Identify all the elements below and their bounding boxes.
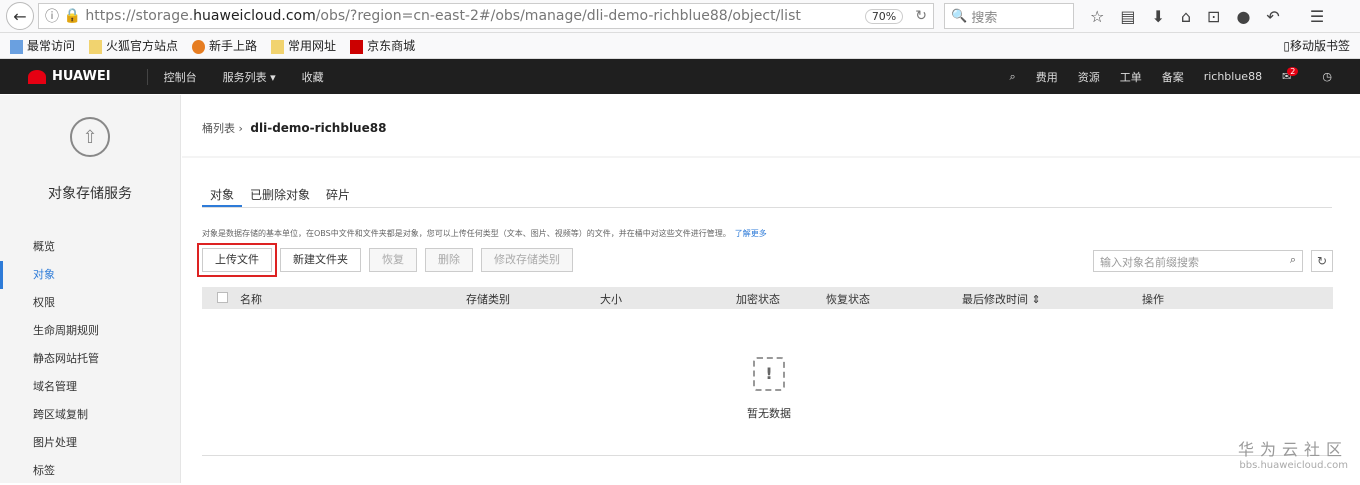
search-icon[interactable]: ⌕ bbox=[1010, 70, 1016, 84]
mobile-bookmarks[interactable]: ▯移动版书签 bbox=[1283, 37, 1350, 54]
col-size: 大小 bbox=[600, 293, 622, 306]
col-storage-class: 存储类别 bbox=[466, 293, 510, 306]
info-icon: ⓘ bbox=[45, 9, 59, 25]
main-content: 桶列表 › dli-demo-richblue88 对象 已删除对象 碎片 对象… bbox=[182, 95, 1360, 483]
refresh-button[interactable]: ↻ bbox=[1311, 250, 1333, 272]
reload-icon[interactable]: ↻ bbox=[915, 8, 927, 24]
chat-icon[interactable]: ● bbox=[1236, 7, 1250, 26]
table-header: 名称 存储类别 大小 加密状态 恢复状态 最后修改时间 ⇕ 操作 bbox=[202, 287, 1333, 309]
nav-favorites[interactable]: 收藏 bbox=[302, 69, 324, 85]
col-actions: 操作 bbox=[1142, 293, 1164, 306]
service-title: 对象存储服务 bbox=[48, 186, 132, 202]
empty-state: ! 暂无数据 bbox=[747, 357, 791, 421]
select-all-checkbox[interactable] bbox=[217, 292, 228, 303]
url-host: huaweicloud.com bbox=[193, 8, 316, 24]
sidebar-item-overview[interactable]: 概览 bbox=[0, 233, 180, 261]
object-search-input[interactable]: 输入对象名前缀搜索 ⌕ bbox=[1093, 250, 1303, 272]
restore-button[interactable]: 恢复 bbox=[369, 248, 417, 272]
tab-deleted[interactable]: 已删除对象 bbox=[242, 186, 318, 207]
download-icon[interactable]: ⬇ bbox=[1151, 7, 1164, 26]
learn-more-link[interactable]: 了解更多 bbox=[735, 229, 767, 238]
nav-icp[interactable]: 备案 bbox=[1162, 69, 1184, 85]
description: 对象是数据存储的基本单位，在OBS中文件和文件夹都是对象，您可以上传任何类型（文… bbox=[202, 229, 767, 238]
bookmark[interactable]: 最常访问 bbox=[10, 37, 75, 54]
breadcrumb: 桶列表 › dli-demo-richblue88 bbox=[202, 121, 387, 135]
console-topbar: HUAWEI 控制台 服务列表 ▾ 收藏 ⌕ 费用 资源 工单 备案 richb… bbox=[0, 59, 1360, 94]
bookmark[interactable]: 新手上路 bbox=[192, 37, 257, 54]
url-path: /obs/?region=cn-east-2#/obs/manage/dli-d… bbox=[315, 8, 801, 24]
col-encryption: 加密状态 bbox=[736, 293, 780, 306]
change-storage-class-button[interactable]: 修改存储类别 bbox=[481, 248, 573, 272]
sidebar-item-tags[interactable]: 标签 bbox=[0, 457, 180, 485]
menu-icon[interactable]: ☰ bbox=[1310, 7, 1324, 26]
tab-fragments[interactable]: 碎片 bbox=[318, 186, 358, 207]
bookmarks-bar: 最常访问 火狐官方站点 新手上路 常用网址 京东商城 ▯移动版书签 bbox=[0, 33, 1360, 59]
mail-badge: 2 bbox=[1287, 67, 1299, 76]
new-folder-button[interactable]: 新建文件夹 bbox=[280, 248, 361, 272]
browser-search-placeholder: 搜索 bbox=[971, 10, 998, 26]
zoom-level[interactable]: 70% bbox=[864, 8, 904, 24]
sidebar-item-lifecycle[interactable]: 生命周期规则 bbox=[0, 317, 180, 345]
upload-file-button[interactable]: 上传文件 bbox=[197, 243, 277, 277]
username[interactable]: richblue88 bbox=[1204, 70, 1262, 83]
nav-tickets[interactable]: 工单 bbox=[1120, 69, 1142, 85]
bookmark[interactable]: 京东商城 bbox=[350, 37, 415, 54]
browser-toolbar: ← ⓘ 🔒 https://storage. huaweicloud.com/ob… bbox=[0, 0, 1360, 33]
star-icon[interactable]: ☆ bbox=[1090, 7, 1104, 26]
col-restore-status: 恢复状态 bbox=[826, 293, 870, 306]
tabs: 对象 已删除对象 碎片 bbox=[202, 186, 1332, 208]
sidebar-item-domain[interactable]: 域名管理 bbox=[0, 373, 180, 401]
sidebar-item-cross-region[interactable]: 跨区域复制 bbox=[0, 401, 180, 429]
undo-icon[interactable]: ↶ bbox=[1266, 7, 1279, 26]
sidebar: ⇧ 对象存储服务 概览 对象 权限 生命周期规则 静态网站托管 域名管理 跨区域… bbox=[0, 95, 181, 483]
sidebar-item-static-website[interactable]: 静态网站托管 bbox=[0, 345, 180, 373]
reader-icon[interactable]: ▤ bbox=[1120, 7, 1135, 26]
tab-objects[interactable]: 对象 bbox=[202, 186, 243, 207]
watermark: 华为云社区 bbs.huaweicloud.com bbox=[1237, 440, 1348, 471]
bookmark[interactable]: 常用网址 bbox=[271, 37, 336, 54]
breadcrumb-bucket-list[interactable]: 桶列表 bbox=[202, 122, 235, 135]
nav-services[interactable]: 服务列表 ▾ bbox=[223, 69, 276, 85]
crop-icon[interactable]: ⊡ bbox=[1207, 7, 1220, 26]
back-button[interactable]: ← bbox=[6, 2, 34, 30]
nav-billing[interactable]: 费用 bbox=[1036, 69, 1058, 85]
address-bar[interactable]: ⓘ 🔒 https://storage. huaweicloud.com/obs/… bbox=[38, 3, 934, 29]
lock-icon: 🔒 bbox=[63, 8, 81, 24]
url-prefix: https://storage. bbox=[85, 8, 194, 24]
empty-icon: ! bbox=[753, 357, 785, 391]
nav-resources[interactable]: 资源 bbox=[1078, 69, 1100, 85]
col-last-modified[interactable]: 最后修改时间 ⇕ bbox=[962, 291, 1041, 307]
sidebar-item-permissions[interactable]: 权限 bbox=[0, 289, 180, 317]
huawei-logo[interactable]: HUAWEI bbox=[28, 69, 111, 84]
sidebar-item-image-processing[interactable]: 图片处理 bbox=[0, 429, 180, 457]
search-icon[interactable]: ⌕ bbox=[1290, 253, 1296, 267]
home-icon[interactable]: ⌂ bbox=[1181, 7, 1191, 26]
breadcrumb-current: dli-demo-richblue88 bbox=[250, 121, 387, 135]
mail-icon[interactable]: ✉2 bbox=[1282, 67, 1302, 83]
clock-icon[interactable]: ◷ bbox=[1322, 70, 1332, 83]
sidebar-item-objects[interactable]: 对象 bbox=[0, 261, 180, 289]
col-name: 名称 bbox=[240, 293, 262, 306]
browser-search[interactable]: 🔍 搜索 bbox=[944, 3, 1074, 29]
delete-button[interactable]: 删除 bbox=[425, 248, 473, 272]
nav-console[interactable]: 控制台 bbox=[164, 69, 197, 85]
empty-text: 暂无数据 bbox=[747, 407, 791, 420]
bookmark[interactable]: 火狐官方站点 bbox=[89, 37, 178, 54]
cloud-upload-icon: ⇧ bbox=[70, 117, 110, 157]
